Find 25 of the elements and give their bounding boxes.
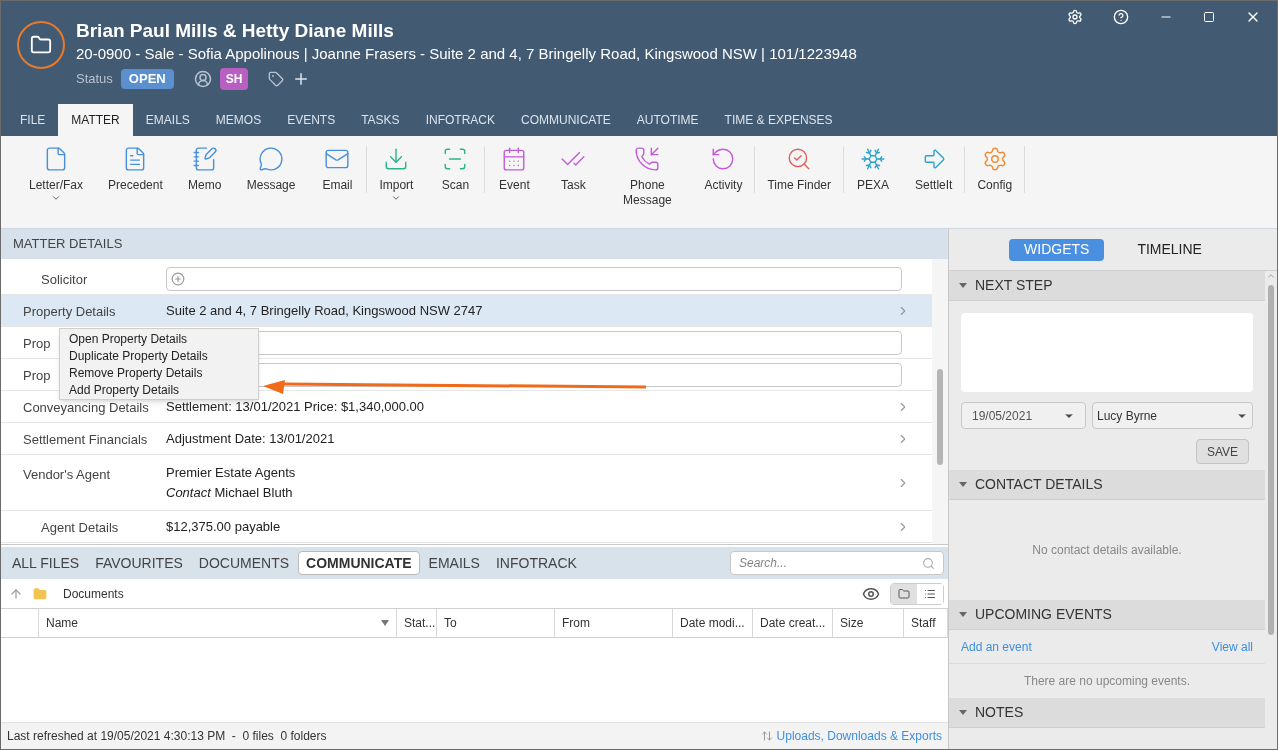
empty-message: There are no upcoming events. (1023, 673, 1191, 690)
row-value: Suite 2 and 4, 7 Bringelly Road, Kingswood NSW 2747 (166, 301, 484, 320)
contact-line: Contact Michael Bluth (166, 483, 294, 502)
row-value: $12,375.00 payable (166, 517, 282, 536)
row-label: Prop (23, 335, 51, 351)
row-label: Property Details (23, 303, 116, 319)
row-label: Solicitor (41, 271, 88, 287)
row-label: Agent Details (41, 519, 119, 535)
section-title: NEXT STEP (975, 276, 1053, 295)
row-value: Premier Estate Agents (166, 464, 297, 482)
matter-subtitle: 20-0900 - Sale - Sofia Appolinous | Joanne Frasers - Suite 2 and 4, 7 Bringelly Road, Kingswood NSW | 101/1223948 (76, 44, 857, 64)
row-value: Adjustment Date: 13/01/2021 (166, 429, 336, 448)
section-title: UPCOMING EVENTS (975, 605, 1112, 624)
section-title: CONTACT DETAILS (975, 475, 1103, 494)
row-label: Vendor's Agent (23, 467, 111, 482)
status-label: Status (76, 70, 113, 89)
panel-header: MATTER DETAILS (1, 229, 948, 259)
row-label: Prop (23, 367, 51, 383)
row-label: Conveyancing Details (23, 399, 149, 415)
section-title: NOTES (975, 703, 1024, 722)
row-label: Settlement Financials (23, 431, 148, 447)
status-text: Last refreshed at 19/05/2021 4:30:13 PM - 0 files 0 folders (7, 728, 327, 745)
matter-title: Brian Paul Mills & Hetty Diane Mills (76, 19, 395, 43)
empty-message: No contact details available. (1032, 542, 1182, 559)
row-value: Settlement: 13/01/2021 Price: $1,340,000.00 (166, 397, 426, 416)
